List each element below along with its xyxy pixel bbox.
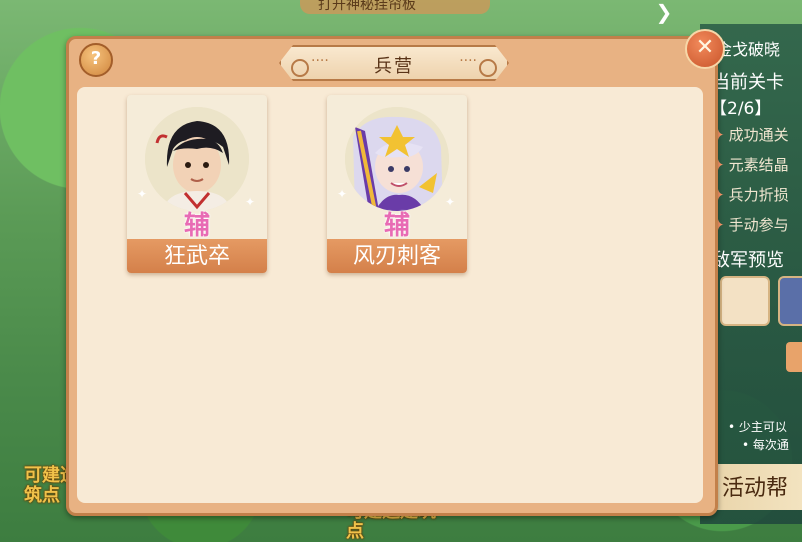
unit-list: ✦ ✦ 辅 狂武卒 ✦ ✦ 辅 风刃刺客 — [77, 87, 703, 503]
current-level-label: 当前关卡 — [712, 72, 784, 93]
ornament-icon — [479, 59, 497, 77]
hint-line: • 少主可以 — [728, 420, 787, 434]
enemy-thumbnail[interactable] — [720, 276, 770, 326]
enemy-thumbnail[interactable] — [778, 276, 802, 326]
unit-portrait — [145, 107, 249, 211]
help-icon[interactable]: ? — [79, 43, 113, 77]
sparkle-icon: ✦ — [137, 187, 148, 201]
side-button[interactable] — [786, 342, 802, 372]
unit-portrait — [345, 107, 449, 211]
current-level-value: 【2/6】 — [710, 99, 772, 119]
unit-name: 狂武卒 — [163, 244, 230, 269]
close-icon[interactable]: ✕ — [685, 29, 725, 69]
objective-item: ✦ 兵力折损 — [712, 186, 789, 204]
activity-help-text[interactable]: 活动帮 — [722, 470, 788, 502]
modal-title-plate: ···· 兵营 ···· — [279, 45, 509, 81]
objective-item: ✦ 元素结晶 — [712, 156, 789, 174]
chevron-right-icon[interactable]: ❯ — [652, 0, 676, 24]
sparkle-icon: ✦ — [337, 187, 348, 201]
barracks-modal: ? ···· 兵营 ···· ✕ ✦ ✦ 辅 狂武卒 ✦ ✦ 辅 风刃刺客 — [66, 29, 725, 516]
top-banner-text: 打开神秘挂帘板 — [318, 0, 416, 13]
objective-item: ✦ 手动参与 — [712, 216, 789, 234]
unit-card[interactable]: ✦ ✦ 辅 狂武卒 — [127, 95, 267, 273]
side-title: 金戈破晓 — [716, 40, 781, 59]
unit-role: 辅 — [383, 211, 410, 241]
hint-line: • 每次通 — [742, 438, 789, 452]
unit-role: 辅 — [183, 211, 210, 241]
unit-card[interactable]: ✦ ✦ 辅 风刃刺客 — [327, 95, 467, 273]
objective-item: ✦ 成功通关 — [712, 126, 789, 144]
ornament-dots: ···· — [459, 53, 477, 69]
unit-name: 风刃刺客 — [352, 244, 441, 269]
enemy-preview-label: 敌军预览 — [712, 250, 784, 271]
